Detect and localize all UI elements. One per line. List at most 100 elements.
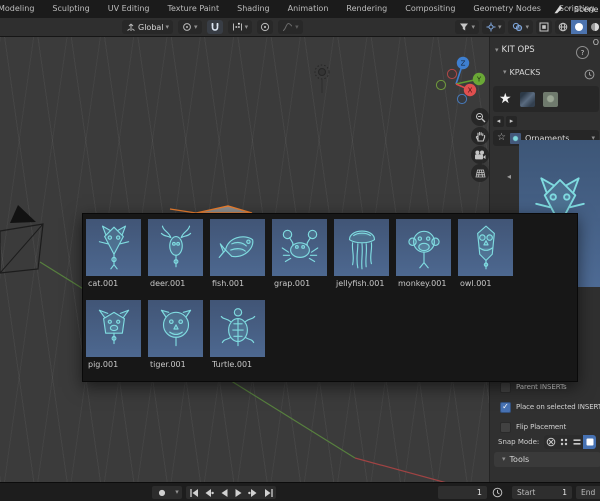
- deer-ornament-thumbnail[interactable]: [148, 219, 203, 276]
- flip-placement-checkbox[interactable]: [500, 421, 511, 433]
- previous-page-button[interactable]: ◂: [493, 116, 504, 127]
- insert-item-deer.001[interactable]: deer.001: [148, 219, 203, 288]
- kitops-header[interactable]: ▾ KIT OPS: [495, 45, 535, 55]
- jellyfish-ornament-thumbnail[interactable]: [334, 219, 389, 276]
- workspace-tab-modeling[interactable]: Modeling: [0, 0, 43, 18]
- solid-sphere-icon: [575, 23, 583, 31]
- insert-item-Turtle.001[interactable]: Turtle.001: [210, 300, 265, 369]
- kpacks-header[interactable]: ▾ KPACKS: [503, 68, 540, 77]
- insert-item-pig.001[interactable]: pig.001: [86, 300, 141, 369]
- snap-mode-none-button[interactable]: [544, 435, 557, 449]
- help-button[interactable]: ?: [576, 46, 589, 59]
- shading-wireframe-button[interactable]: [555, 20, 571, 34]
- tiger-ornament-thumbnail[interactable]: [148, 300, 203, 357]
- monkey-ornament-thumbnail[interactable]: [396, 219, 451, 276]
- option-place-on-selected[interactable]: ✓ Place on selected INSERT: [500, 401, 600, 413]
- workspace-tab-texture-paint[interactable]: Texture Paint: [158, 0, 228, 18]
- workspace-tab-rendering[interactable]: Rendering: [337, 0, 396, 18]
- overlays-icon: [513, 22, 523, 32]
- clock-icon: [492, 487, 503, 498]
- chevron-down-icon: ▾: [495, 45, 499, 54]
- show-overlays-dropdown[interactable]: ▾: [508, 20, 533, 34]
- camera-view-button[interactable]: [471, 146, 489, 164]
- insert-item-owl.001[interactable]: owl.001: [458, 219, 513, 288]
- jump-to-end-button[interactable]: [261, 486, 276, 499]
- previous-keyframe-button[interactable]: [201, 486, 216, 499]
- refresh-kpacks-button[interactable]: [584, 69, 595, 80]
- insert-item-jellyfish.001[interactable]: jellyfish.001: [334, 219, 389, 288]
- snap-target-dropdown[interactable]: ▾: [227, 20, 253, 34]
- zoom-button[interactable]: [471, 108, 489, 126]
- play-reverse-button[interactable]: [216, 486, 231, 499]
- workspace-tab-sculpting[interactable]: Sculpting: [43, 0, 98, 18]
- hand-icon: [475, 131, 485, 142]
- insert-item-monkey.001[interactable]: monkey.001: [396, 219, 451, 288]
- option-flip-placement[interactable]: Flip Placement: [500, 421, 566, 433]
- jump-to-start-button[interactable]: [186, 486, 201, 499]
- owl-ornament: [476, 225, 495, 269]
- editor-type-icon[interactable]: [553, 4, 564, 15]
- insert-item-grap.001[interactable]: grap.001: [272, 219, 327, 288]
- next-page-button[interactable]: ▸: [506, 116, 517, 127]
- next-keyframe-button[interactable]: [246, 486, 261, 499]
- frame-start-field[interactable]: Start 1: [512, 486, 572, 499]
- workspace-tab-shading[interactable]: Shading: [228, 0, 279, 18]
- insert-item-fish.001[interactable]: fish.001: [210, 219, 265, 288]
- object-visibility-dropdown[interactable]: ▾: [455, 20, 479, 34]
- end-label: End: [581, 488, 596, 497]
- crab-ornament-thumbnail[interactable]: [272, 219, 327, 276]
- turtle-ornament-thumbnail[interactable]: [210, 300, 265, 357]
- chevron-down-icon[interactable]: ▾: [567, 5, 571, 13]
- transform-orientation-dropdown[interactable]: Global ▾: [122, 20, 174, 34]
- owl-ornament-thumbnail[interactable]: [458, 219, 513, 276]
- pivot-point-dropdown[interactable]: ▾: [178, 20, 202, 34]
- insert-item-cat.001[interactable]: cat.001: [86, 219, 141, 288]
- option-parent-inserts[interactable]: Parent INSERTs: [500, 381, 567, 393]
- snap-mode-vertex-button[interactable]: [557, 435, 570, 449]
- show-gizmos-dropdown[interactable]: ▾: [481, 20, 506, 34]
- snap-mode-face-button[interactable]: [583, 435, 597, 449]
- axis-neg-x: [446, 68, 458, 80]
- proportional-falloff-dropdown[interactable]: ▾: [278, 20, 303, 34]
- perspective-toggle-button[interactable]: [471, 164, 489, 182]
- proportional-editing-toggle[interactable]: [257, 20, 274, 34]
- parent-inserts-checkbox[interactable]: [500, 381, 511, 393]
- favorites-filter-button[interactable]: ★: [499, 92, 512, 106]
- scene-name[interactable]: Scene: [574, 5, 600, 14]
- workspace-tab-animation[interactable]: Animation: [279, 0, 338, 18]
- panel-category-tab[interactable]: O: [593, 38, 599, 47]
- cat-ornament-thumbnail[interactable]: [86, 219, 141, 276]
- pivot-icon: [183, 23, 191, 31]
- frame-end-field[interactable]: End: [576, 486, 600, 499]
- pig-ornament-thumbnail[interactable]: [86, 300, 141, 357]
- snap-mode-edge-button[interactable]: [570, 435, 583, 449]
- xray-toggle[interactable]: [536, 20, 552, 34]
- favorite-star-icon[interactable]: ☆: [497, 133, 506, 143]
- current-frame-field[interactable]: 1: [438, 486, 487, 499]
- deer-ornament: [160, 225, 191, 267]
- pan-button[interactable]: [471, 127, 489, 145]
- record-button[interactable]: ●: [152, 486, 172, 499]
- chevron-down-icon[interactable]: ▾: [172, 486, 182, 499]
- fish-ornament-thumbnail[interactable]: [210, 219, 265, 276]
- topbar: Modeling Sculpting UV Editing Texture Paint…: [0, 0, 600, 19]
- tiger-ornament: [160, 309, 191, 346]
- insert-item-tiger.001[interactable]: tiger.001: [148, 300, 203, 369]
- xray-icon: [539, 22, 549, 32]
- snap-toggle[interactable]: [206, 20, 223, 34]
- shading-material-button[interactable]: [587, 20, 600, 34]
- snap-vertex-icon: [560, 438, 567, 446]
- tools-section-header[interactable]: ▾ Tools: [494, 452, 600, 467]
- workspace-tab-uv-editing[interactable]: UV Editing: [99, 0, 159, 18]
- magnet-icon: [211, 22, 219, 31]
- place-on-selected-checkbox[interactable]: ✓: [500, 401, 511, 413]
- collapse-preview-arrow[interactable]: ◂: [507, 172, 511, 181]
- play-button[interactable]: [231, 486, 246, 499]
- workspace-tab-compositing[interactable]: Compositing: [396, 0, 464, 18]
- kpack-thumbnail[interactable]: [519, 91, 535, 107]
- workspace-tab-geometry-nodes[interactable]: Geometry Nodes: [464, 0, 549, 18]
- camera-object: [0, 205, 44, 274]
- shading-solid-button[interactable]: [571, 20, 587, 34]
- kpack-thumbnail[interactable]: [542, 91, 558, 107]
- navigation-gizmo[interactable]: Z Y X: [428, 46, 490, 108]
